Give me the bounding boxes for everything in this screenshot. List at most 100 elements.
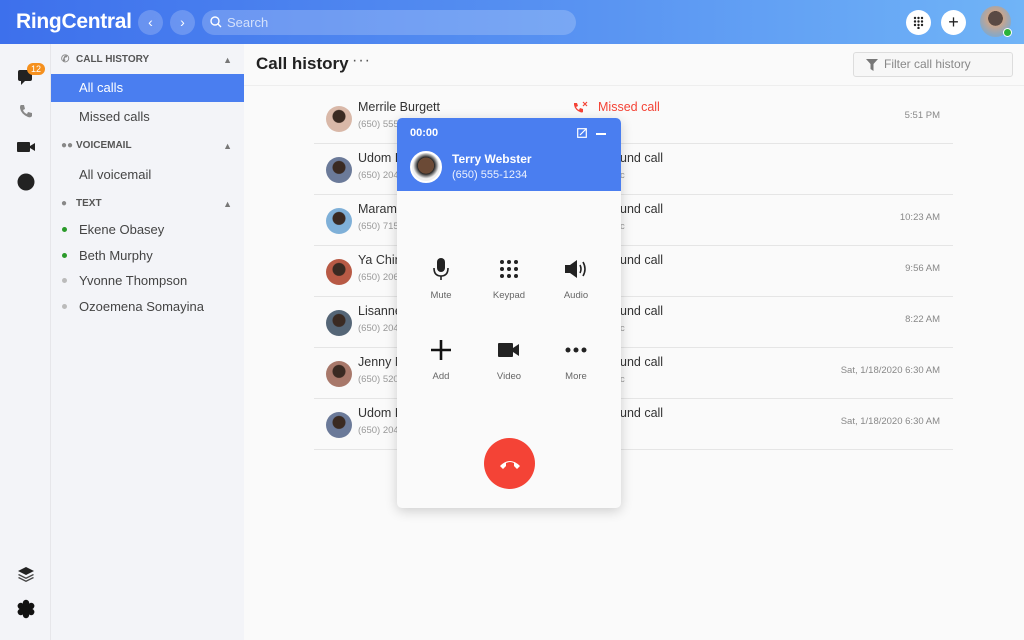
presence-indicator xyxy=(1003,28,1012,37)
contact-avatar xyxy=(326,259,352,285)
filter-icon xyxy=(866,59,878,71)
sidebar-item-contact[interactable]: Ozoemena Somayina xyxy=(51,293,244,321)
search-icon xyxy=(210,16,222,28)
app-rail: 12 xyxy=(0,44,51,640)
video-icon[interactable] xyxy=(16,137,36,157)
keypad-icon xyxy=(500,260,518,278)
plus-icon: + xyxy=(948,12,959,32)
phone-icon: ✆ xyxy=(61,54,70,65)
sidebar: ✆ CALL HISTORY ▲ All calls Missed calls ●●… xyxy=(51,44,244,640)
video-camera-icon xyxy=(498,343,519,357)
divider xyxy=(244,85,1024,86)
more-options-button[interactable]: ··· xyxy=(352,52,371,70)
call-type: und call xyxy=(620,355,664,369)
call-type: und call xyxy=(620,151,664,165)
hang-up-icon xyxy=(499,460,520,469)
contact-avatar xyxy=(326,361,352,387)
contact-name: Ya Chin xyxy=(358,253,402,267)
minimize-icon[interactable] xyxy=(596,133,606,135)
back-button[interactable]: ‹ xyxy=(138,10,163,35)
more-button[interactable]: More xyxy=(546,335,606,382)
contact-name: Maram xyxy=(358,202,397,216)
presence-dot xyxy=(62,278,67,283)
call-type: und call xyxy=(620,304,664,318)
end-call-button[interactable] xyxy=(484,438,535,489)
voicemail-icon: ●● xyxy=(61,140,74,151)
contact-avatar xyxy=(326,106,352,132)
section-call-history[interactable]: ✆ CALL HISTORY ▲ xyxy=(51,47,244,73)
contact-phone: (650) 715 xyxy=(358,221,399,232)
presence-dot xyxy=(62,304,67,309)
chat-bubble-icon: ● xyxy=(61,198,68,209)
circle-icon[interactable] xyxy=(16,172,36,192)
plus-icon xyxy=(431,340,451,360)
sidebar-item-contact[interactable]: Beth Murphy xyxy=(51,242,244,270)
call-time: Sat, 1/18/2020 6:30 AM xyxy=(840,365,940,376)
contact-phone: (650) 206 xyxy=(358,272,399,283)
page-title: Call history xyxy=(256,54,349,73)
call-time: 8:22 AM xyxy=(905,314,940,325)
call-time: Sat, 1/18/2020 6:30 AM xyxy=(840,416,940,427)
call-time: 10:23 AM xyxy=(899,212,940,223)
section-text[interactable]: ● TEXT ▲ xyxy=(51,191,244,217)
contact-phone: (650) 204 xyxy=(358,170,399,181)
contact-avatar xyxy=(326,412,352,438)
pop-out-icon[interactable] xyxy=(577,128,587,138)
forward-button[interactable]: › xyxy=(170,10,195,35)
sidebar-item-all-voicemail[interactable]: All voicemail xyxy=(51,161,244,189)
chevron-right-icon: › xyxy=(180,14,185,30)
contact-avatar xyxy=(326,157,352,183)
presence-dot xyxy=(62,253,67,258)
layers-icon[interactable] xyxy=(16,564,36,584)
chevron-left-icon: ‹ xyxy=(148,14,153,30)
mute-button[interactable]: Mute xyxy=(411,254,471,301)
search-input[interactable]: Search xyxy=(202,10,576,35)
contact-name: Lisanne xyxy=(358,304,402,318)
phone-icon[interactable] xyxy=(16,102,36,122)
chevron-up-icon: ▲ xyxy=(223,55,232,65)
caller-name: Terry Webster xyxy=(452,152,532,166)
chevron-up-icon: ▲ xyxy=(223,199,232,209)
contact-name: Merrile Burgett xyxy=(358,100,440,114)
dialpad-button[interactable] xyxy=(906,10,931,35)
contact-phone: (650) 204 xyxy=(358,323,399,334)
top-bar: RingCentral ‹ › Search + xyxy=(0,0,1024,44)
add-button[interactable]: + xyxy=(941,10,966,35)
add-call-button[interactable]: Add xyxy=(411,335,471,382)
more-dots-icon xyxy=(565,347,587,353)
call-time: 9:56 AM xyxy=(905,263,940,274)
sidebar-item-contact[interactable]: Ekene Obasey xyxy=(51,216,244,244)
filter-input[interactable]: Filter call history xyxy=(853,52,1013,77)
sidebar-item-missed-calls[interactable]: Missed calls xyxy=(51,103,244,131)
call-type: Missed call xyxy=(598,100,660,114)
user-avatar[interactable] xyxy=(980,6,1012,37)
active-call-window: 00:00 Terry Webster (650) 555-1234 Mute … xyxy=(397,118,621,508)
video-button[interactable]: Video xyxy=(479,335,539,382)
caller-phone: (650) 555-1234 xyxy=(452,169,528,181)
section-voicemail[interactable]: ●● VOICEMAIL ▲ xyxy=(51,133,244,159)
call-timer: 00:00 xyxy=(410,127,439,139)
missed-call-icon xyxy=(574,101,588,113)
sidebar-item-contact[interactable]: Yvonne Thompson xyxy=(51,267,244,295)
logo: RingCentral xyxy=(16,10,132,33)
contact-phone: (650) 555 xyxy=(358,119,399,130)
caller-avatar xyxy=(410,151,442,183)
contact-avatar xyxy=(326,310,352,336)
search-placeholder: Search xyxy=(227,15,269,30)
main-panel: Call history ··· Filter call history Mer… xyxy=(244,44,1024,640)
audio-button[interactable]: Audio xyxy=(546,254,606,301)
microphone-icon xyxy=(433,258,449,280)
call-header: 00:00 Terry Webster (650) 555-1234 xyxy=(397,118,621,191)
messages-badge: 12 xyxy=(27,63,46,75)
call-type: und call xyxy=(620,253,664,267)
speaker-icon xyxy=(565,260,586,278)
keypad-button[interactable]: Keypad xyxy=(479,254,539,301)
sidebar-item-all-calls[interactable]: All calls xyxy=(51,74,244,102)
keypad-icon xyxy=(913,16,924,30)
call-type: und call xyxy=(620,406,664,420)
call-type: und call xyxy=(620,202,664,216)
chevron-up-icon: ▲ xyxy=(223,141,232,151)
contact-phone: (650) 520 xyxy=(358,374,399,385)
settings-icon[interactable] xyxy=(16,599,36,619)
presence-dot xyxy=(62,227,67,232)
